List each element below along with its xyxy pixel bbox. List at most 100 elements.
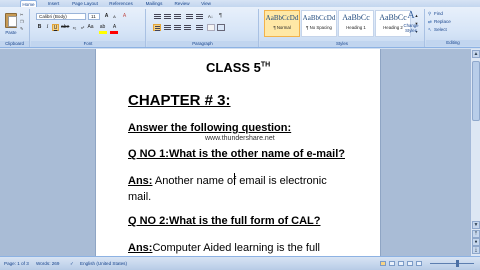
tab-insert[interactable]: Insert xyxy=(45,0,62,7)
align-left-icon[interactable] xyxy=(153,24,161,31)
scrollbar-thumb[interactable] xyxy=(472,61,480,121)
draft-view-icon[interactable] xyxy=(416,261,422,266)
multilevel-list-icon[interactable] xyxy=(173,13,181,20)
style-no-spacing-sample: AaBbCcDd xyxy=(302,14,336,22)
web-layout-view-icon[interactable] xyxy=(398,261,404,266)
style-normal-sample: AaBbCcDd xyxy=(265,14,299,22)
tab-view[interactable]: View xyxy=(198,0,214,7)
show-marks-icon[interactable]: ¶ xyxy=(217,13,224,20)
font-color-icon[interactable]: A xyxy=(111,24,118,31)
doc-title-superscript: TH xyxy=(260,61,271,69)
doc-question-2: Q NO 2:What is the full form of CAL? xyxy=(128,215,321,227)
change-case-icon[interactable]: Aa xyxy=(87,24,94,31)
replace-icon: ⇄ xyxy=(428,19,432,24)
style-normal-name: ¶ Normal xyxy=(273,25,291,30)
doc-chapter-heading: CHAPTER # 3: xyxy=(128,92,231,109)
styles-group-label: Styles xyxy=(260,41,424,47)
doc-title-text: CLASS 5 xyxy=(206,60,261,75)
replace-label: Replace xyxy=(434,19,451,24)
strikethrough-icon[interactable]: abe xyxy=(61,24,69,31)
doc-answer-2-text: Computer Aided learning is the full xyxy=(152,242,320,254)
find-label: Find xyxy=(434,11,443,16)
doc-watermark: www.thundershare.net xyxy=(205,135,275,142)
borders-icon[interactable] xyxy=(217,24,225,31)
shading-icon[interactable] xyxy=(207,24,215,31)
doc-answer-1-text: Another name of email is electronic xyxy=(152,175,327,187)
zoom-slider[interactable] xyxy=(430,263,474,264)
paste-button[interactable]: Paste xyxy=(2,11,20,39)
style-heading-1-name: Heading 1 xyxy=(346,25,366,30)
vertical-scrollbar[interactable]: ▲ ▼ ⤒ ● ⤓ xyxy=(470,49,480,256)
font-name-dropdown[interactable]: Calibri (Body) xyxy=(36,13,86,20)
align-center-icon[interactable] xyxy=(163,24,171,31)
line-spacing-icon[interactable] xyxy=(195,24,203,31)
bold-icon[interactable]: B xyxy=(36,24,43,31)
paste-label: Paste xyxy=(5,30,17,35)
underline-icon[interactable]: U xyxy=(52,24,59,31)
italic-icon[interactable]: I xyxy=(44,24,51,31)
browse-object-icon[interactable]: ● xyxy=(472,238,480,246)
next-page-icon[interactable]: ⤓ xyxy=(472,246,480,254)
zoom-slider-knob[interactable] xyxy=(456,260,459,267)
clipboard-group-label: Clipboard xyxy=(0,41,29,47)
decrease-indent-icon[interactable] xyxy=(185,13,193,20)
font-group-label: Font xyxy=(31,41,145,47)
justify-icon[interactable] xyxy=(183,24,191,31)
cut-icon[interactable]: ✂ xyxy=(20,12,30,17)
find-button[interactable]: ⚲ Find xyxy=(428,10,443,17)
replace-button[interactable]: ⇄ Replace xyxy=(428,18,451,25)
tab-mailings[interactable]: Mailings xyxy=(142,0,166,7)
grow-font-icon[interactable]: A xyxy=(103,13,110,20)
numbering-icon[interactable] xyxy=(163,13,171,20)
ribbon: Paste ✂ ❐ ✎ Clipboard Calibri (Body) 11 … xyxy=(0,7,480,48)
tab-references[interactable]: References xyxy=(106,0,136,7)
style-normal[interactable]: AaBbCcDd ¶ Normal xyxy=(264,10,300,37)
paper-icon xyxy=(8,16,17,27)
align-right-icon[interactable] xyxy=(173,24,181,31)
highlight-icon[interactable]: ab xyxy=(99,24,106,31)
text-cursor xyxy=(234,173,235,185)
highlight-color-swatch xyxy=(99,31,107,34)
style-heading-1-sample: AaBbCc xyxy=(342,13,370,22)
subscript-icon[interactable]: x₂ xyxy=(71,24,78,31)
full-screen-view-icon[interactable] xyxy=(389,261,395,266)
clear-formatting-icon[interactable]: A xyxy=(121,13,128,20)
select-button[interactable]: ↖ Select xyxy=(428,26,447,33)
scroll-down-icon[interactable]: ▼ xyxy=(472,221,480,229)
outline-view-icon[interactable] xyxy=(407,261,413,266)
tab-page-layout[interactable]: Page Layout xyxy=(68,0,102,7)
scroll-up-icon[interactable]: ▲ xyxy=(472,50,480,58)
style-no-spacing-name: ¶ No Spacing xyxy=(306,25,332,30)
doc-answer-2-line-1: Ans:Computer Aided learning is the full xyxy=(128,242,320,254)
font-color-swatch xyxy=(110,31,118,34)
sort-icon[interactable]: A↓ xyxy=(207,13,214,20)
increase-indent-icon[interactable] xyxy=(195,13,203,20)
select-label: Select xyxy=(434,27,447,32)
previous-page-icon[interactable]: ⤒ xyxy=(472,230,480,238)
style-no-spacing[interactable]: AaBbCcDd ¶ No Spacing xyxy=(301,10,337,37)
doc-title: CLASS 5TH xyxy=(206,60,270,75)
paragraph-group-label: Paragraph xyxy=(147,41,258,47)
format-painter-icon[interactable]: ✎ xyxy=(20,26,30,31)
change-styles-icon: A xyxy=(407,10,415,21)
shrink-font-icon[interactable]: A xyxy=(111,13,118,20)
tab-home[interactable]: Home xyxy=(20,0,37,7)
change-styles-button[interactable]: A Change Styles xyxy=(398,9,424,39)
doc-answer-2-label: Ans: xyxy=(128,242,153,254)
font-group: Calibri (Body) 11 A A A B I U abe x₂ x² … xyxy=(31,9,146,47)
status-language[interactable]: English (United States) xyxy=(80,260,127,267)
proofing-icon[interactable]: ✓ xyxy=(70,260,74,267)
print-layout-view-icon[interactable] xyxy=(380,261,386,266)
editing-group-label: Editing xyxy=(426,40,480,46)
style-heading-1[interactable]: AaBbCc Heading 1 xyxy=(338,10,374,37)
copy-icon[interactable]: ❐ xyxy=(20,19,30,24)
status-word-count[interactable]: Words: 269 xyxy=(36,260,59,267)
superscript-icon[interactable]: x² xyxy=(79,24,86,31)
font-size-dropdown[interactable]: 11 xyxy=(88,13,100,20)
status-page-count[interactable]: Page: 1 of 3 xyxy=(4,260,29,267)
tab-review[interactable]: Review xyxy=(172,0,192,7)
ribbon-tab-bar: Home Insert Page Layout References Maili… xyxy=(0,0,480,7)
bullets-icon[interactable] xyxy=(153,13,161,20)
document-page[interactable]: CLASS 5TH CHAPTER # 3: Answer the follow… xyxy=(95,49,381,256)
doc-answer-1-label: Ans: xyxy=(128,175,153,187)
